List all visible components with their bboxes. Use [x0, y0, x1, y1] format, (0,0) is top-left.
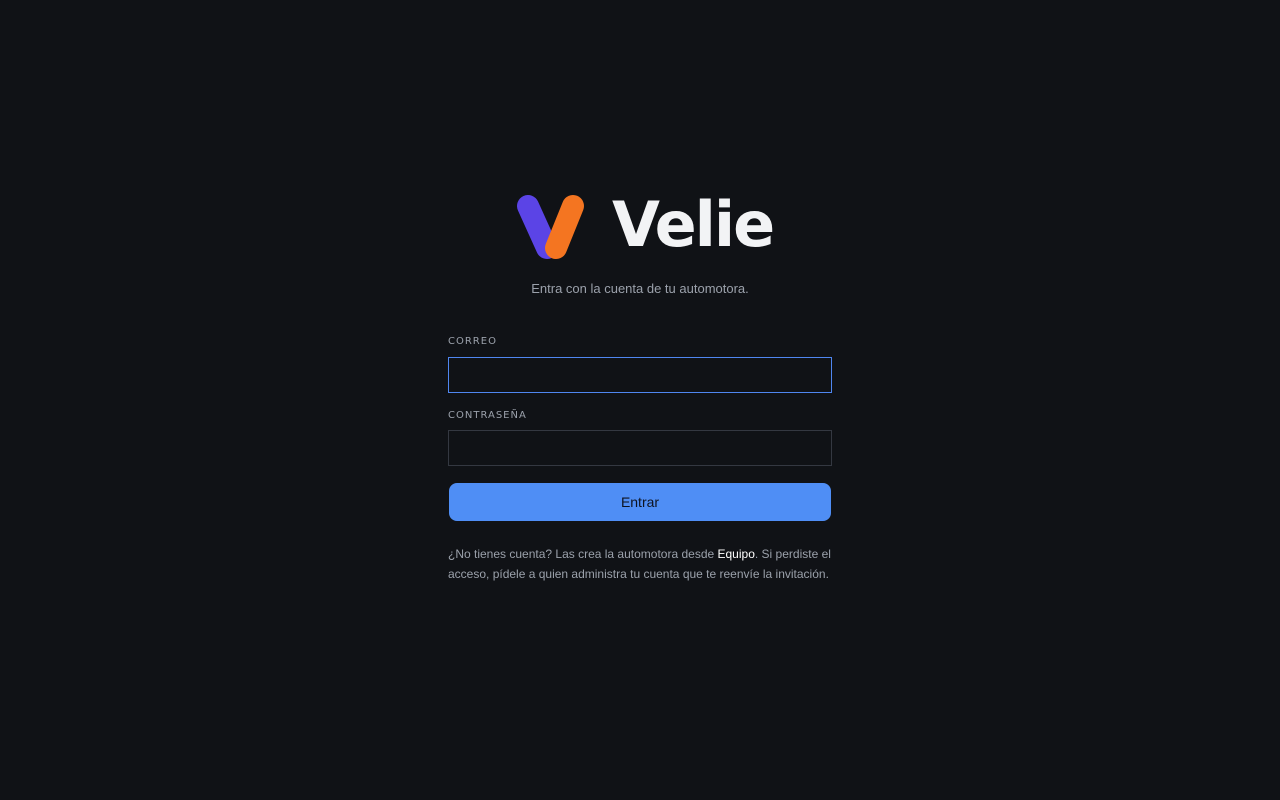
logo-stroke-left [517, 195, 558, 259]
password-label: CONTRASEÑA [448, 410, 527, 421]
email-label: CORREO [448, 336, 497, 347]
team-link[interactable]: Equipo [718, 547, 755, 561]
login-subtitle: Entra con la cuenta de tu automotora. [531, 281, 749, 296]
login-button[interactable]: Entrar [449, 483, 831, 521]
brand-wordmark: Velie [612, 188, 775, 261]
login-page: Velie Entra con la cuenta de tu automoto… [0, 0, 1280, 800]
velie-logo-mark [517, 195, 584, 259]
help-text: ¿No tienes cuenta? Las crea la automotor… [448, 545, 832, 584]
password-field[interactable] [448, 430, 832, 466]
help-text-before: ¿No tienes cuenta? Las crea la automotor… [448, 547, 718, 561]
brand-logo: Velie [516, 192, 775, 262]
email-field[interactable] [448, 357, 832, 393]
logo-stroke-right [545, 195, 584, 259]
